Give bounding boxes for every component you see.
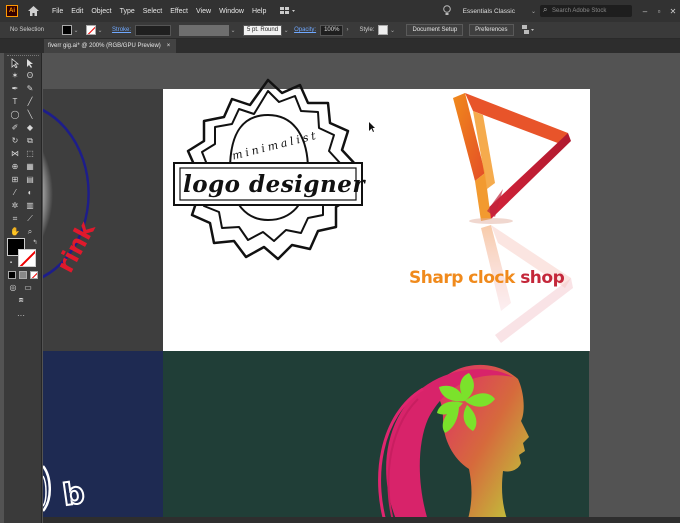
horizontal-scrollbar[interactable] [43, 517, 680, 523]
menu-view[interactable]: View [196, 8, 211, 15]
eraser-tool-icon[interactable]: ◆ [25, 123, 35, 133]
stroke-dropdown-icon[interactable]: ⌄ [96, 27, 104, 34]
gradient-mode-icon[interactable] [19, 271, 27, 279]
type-tool-icon[interactable]: T [10, 97, 20, 107]
opacity-label[interactable]: Opacity: [294, 27, 316, 33]
bulb-icon[interactable] [442, 5, 453, 17]
style-dropdown-icon[interactable]: ⌄ [388, 27, 396, 34]
hand-tool-icon[interactable]: ✋ [10, 227, 20, 237]
document-tab-bar: fiverr gig.ai* @ 200% (RGB/GPU Preview) … [0, 39, 680, 53]
home-icon[interactable] [26, 5, 40, 17]
screen-mode-toggle-icon[interactable]: ⧈ [16, 295, 26, 305]
document-tab[interactable]: fiverr gig.ai* @ 200% (RGB/GPU Preview) … [44, 39, 177, 53]
artboard-tool-icon[interactable]: ⌗ [10, 214, 20, 224]
menu-bar: Ai File Edit Object Type Select Effect V… [0, 0, 680, 22]
blend-tool-icon[interactable]: ◐ [25, 188, 35, 198]
fill-dropdown-icon[interactable]: ⌄ [72, 27, 80, 34]
width-dropdown-icon[interactable]: ⌄ [229, 27, 237, 34]
close-icon[interactable]: ✕ [666, 7, 680, 16]
selection-label: No Selection [10, 27, 45, 33]
shape-builder-tool-icon[interactable]: ⊕ [10, 162, 20, 172]
draw-mode-icon[interactable]: ◎ [8, 283, 18, 293]
woman-profile-logo [378, 364, 529, 523]
style-label: Style: [359, 27, 375, 33]
zoom-tool-icon[interactable]: ⌕ [25, 227, 35, 237]
control-bar: No Selection ⌄ ⌄ Stroke: ⌄ 5 pt. Round ⌄… [0, 22, 680, 39]
color-mode-icon[interactable] [8, 271, 16, 279]
shop-text: shop [520, 268, 565, 288]
gradient-tool-icon[interactable]: ▤ [25, 175, 35, 185]
direct-selection-tool-icon[interactable] [25, 58, 35, 68]
workspace-chevron-icon[interactable]: ⌄ [531, 8, 536, 15]
graph-tool-icon[interactable]: ▥ [25, 201, 35, 211]
sharp-clock-text: Sharp clock [409, 268, 521, 288]
canvas-area[interactable]: rink logo designer minimalist Sharp cloc… [43, 53, 680, 523]
menu-file[interactable]: File [52, 8, 63, 15]
opacity-field[interactable]: 100% [320, 24, 344, 36]
document-tab-title: fiverr gig.ai* @ 200% (RGB/GPU Preview) [48, 43, 161, 49]
none-mode-icon[interactable] [30, 271, 38, 279]
arrange-icon[interactable] [521, 24, 534, 36]
mesh-tool-icon[interactable]: ⊞ [10, 175, 20, 185]
free-transform-tool-icon[interactable]: ⬚ [25, 149, 35, 159]
artboard-drink: rink [43, 89, 163, 351]
variable-width-field[interactable] [179, 24, 230, 36]
menu-items: File Edit Object Type Select Effect View… [52, 8, 274, 15]
workspace-switcher[interactable]: Essentials Classic [463, 8, 515, 15]
sharp-clock-logo [453, 93, 573, 343]
slice-tool-icon[interactable]: ⟋ [25, 214, 35, 224]
symbol-sprayer-tool-icon[interactable]: ✲ [10, 201, 20, 211]
menu-select[interactable]: Select [143, 8, 162, 15]
rotate-tool-icon[interactable]: ↻ [10, 136, 20, 146]
document-tab-close-icon[interactable]: × [167, 39, 171, 53]
navy-logo-shapes [43, 465, 51, 512]
tools-panel: ✶ ʘ ✒ ✎ T ╱ ◯ ╲ ✐ ◆ ↻ ⧉ ⋈ ⬚ ⊕ ▦ ⊞ ▤ ⁄ ◐ … [4, 53, 42, 523]
document-setup-button[interactable]: Document Setup [406, 24, 464, 36]
magic-wand-tool-icon[interactable]: ✶ [10, 71, 20, 81]
lasso-tool-icon[interactable]: ʘ [25, 71, 35, 81]
style-swatch[interactable] [378, 25, 389, 35]
default-colors-icon[interactable]: ▪ [6, 258, 16, 268]
artboard-navy: b [43, 351, 163, 523]
paintbrush-tool-icon[interactable]: ╲ [25, 110, 35, 120]
arrange-documents-icon[interactable] [280, 6, 298, 16]
opacity-dropdown-icon[interactable]: › [343, 27, 351, 33]
menu-edit[interactable]: Edit [71, 8, 83, 15]
edit-toolbar-icon[interactable]: ··· [16, 311, 26, 321]
eyedropper-tool-icon[interactable]: ⁄ [10, 188, 20, 198]
drink-logo [43, 104, 133, 304]
stroke-weight-field[interactable] [135, 24, 172, 36]
maximize-icon[interactable]: ▫ [652, 7, 666, 16]
screen-mode-icon[interactable]: ▭ [23, 283, 33, 293]
pen-tool-icon[interactable]: ✒ [10, 84, 20, 94]
shaper-tool-icon[interactable]: ✐ [10, 123, 20, 133]
badge-main-text: logo designer [183, 171, 365, 198]
selection-tool-icon[interactable] [10, 58, 20, 68]
preferences-button[interactable]: Preferences [469, 24, 514, 36]
stroke-color-box[interactable] [18, 249, 36, 267]
sharp-clock-shop-text: Sharp clock shop [409, 268, 565, 288]
ellipse-tool-icon[interactable]: ◯ [10, 110, 20, 120]
perspective-grid-tool-icon[interactable]: ▦ [25, 162, 35, 172]
curvature-tool-icon[interactable]: ✎ [25, 84, 35, 94]
swap-colors-icon[interactable]: ↰ [30, 238, 40, 248]
brush-field[interactable]: 5 pt. Round [243, 24, 283, 36]
menu-help[interactable]: Help [252, 8, 266, 15]
mouse-cursor-icon [369, 122, 375, 132]
line-tool-icon[interactable]: ╱ [25, 97, 35, 107]
width-tool-icon[interactable]: ⋈ [10, 149, 20, 159]
brush-dropdown-icon[interactable]: ⌄ [282, 27, 290, 34]
menu-window[interactable]: Window [219, 8, 244, 15]
menu-type[interactable]: Type [120, 8, 135, 15]
search-input[interactable]: Search Adobe Stock [540, 4, 632, 17]
stroke-swatch[interactable] [86, 25, 97, 35]
app-logo: Ai [6, 5, 18, 17]
artboard-woman [163, 351, 589, 523]
menu-effect[interactable]: Effect [170, 8, 188, 15]
menu-object[interactable]: Object [91, 8, 111, 15]
minimize-icon[interactable]: – [638, 7, 652, 16]
stroke-label[interactable]: Stroke: [112, 27, 131, 33]
fill-swatch[interactable] [62, 25, 73, 35]
scale-tool-icon[interactable]: ⧉ [25, 136, 35, 146]
